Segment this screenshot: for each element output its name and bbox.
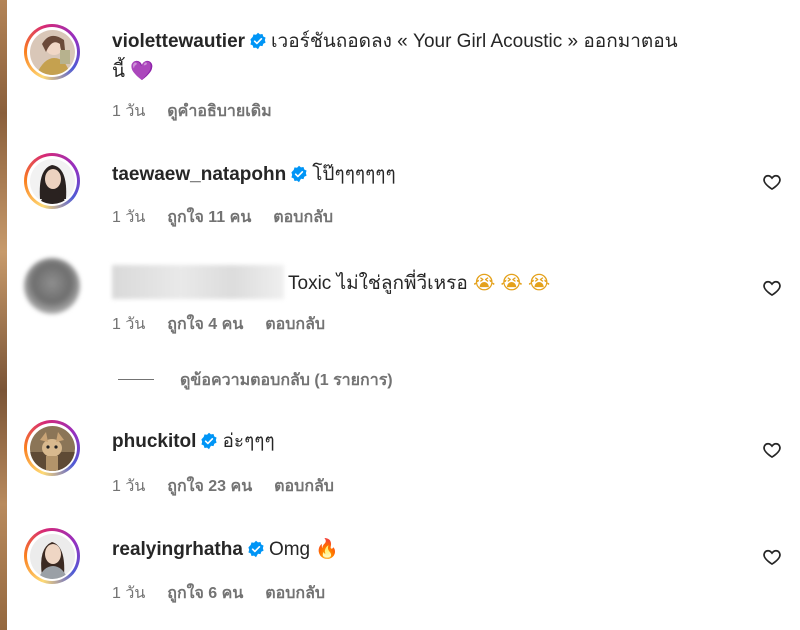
verified-badge-icon	[291, 165, 307, 183]
reply-button[interactable]: ตอบกลับ	[265, 316, 325, 333]
comment-username[interactable]: taewaew_natapohn	[112, 164, 286, 185]
comment-text-continued: นี้	[112, 61, 125, 82]
comment-text: เวอร์ชันถอดลง « Your Girl Acoustic » ออก…	[271, 31, 678, 52]
see-original-link[interactable]: ดูคำอธิบายเดิม	[167, 103, 271, 120]
avatar[interactable]	[24, 528, 80, 584]
heart-outline-icon[interactable]	[762, 440, 782, 460]
reply-button[interactable]: ตอบกลับ	[274, 478, 334, 495]
comment-text: Omg	[268, 539, 311, 560]
comment-meta: 1 วัน ถูกใจ 23 คน ตอบกลับ	[112, 474, 356, 499]
reply-button[interactable]: ตอบกลับ	[265, 585, 325, 602]
comment-likes[interactable]: ถูกใจ 11 คน	[167, 209, 251, 226]
avatar[interactable]	[24, 24, 80, 80]
comment-text: โป๊ๆๆๆๆๆๆ	[312, 164, 396, 185]
avatar[interactable]	[24, 258, 80, 314]
avatar-image	[29, 158, 75, 204]
comment-username[interactable]: phuckitol	[112, 431, 196, 452]
heart-outline-icon[interactable]	[762, 172, 782, 192]
comment-text-line: Toxic ไม่ใช่ลูกพี่วีเหรอ 😭 😭 😭	[112, 265, 550, 299]
comment-meta: 1 วัน ถูกใจ 11 คน ตอบกลับ	[112, 205, 355, 230]
reply-divider	[118, 379, 154, 380]
view-replies-label: ดูข้อความตอบกลับ (1 รายการ)	[180, 372, 393, 389]
comment-likes[interactable]: ถูกใจ 4 คน	[167, 316, 243, 333]
comment-text-line: realyingrhatha Omg 🔥	[112, 535, 339, 565]
comment-text: อ่ะๆๆๆ	[222, 431, 275, 452]
comment-username[interactable]: realyingrhatha	[112, 539, 243, 560]
avatar-image	[29, 425, 75, 471]
comment-text: Toxic ไม่ใช่ลูกพี่วีเหรอ	[288, 273, 468, 294]
comment-meta: 1 วัน ดูคำอธิบายเดิม	[112, 99, 294, 124]
comment-text-line: taewaew_natapohn โป๊ๆๆๆๆๆๆ	[112, 160, 396, 190]
verified-badge-icon	[248, 540, 264, 558]
heart-outline-icon[interactable]	[762, 547, 782, 567]
avatar-image	[29, 29, 75, 75]
comment-time[interactable]: 1 วัน	[112, 478, 145, 495]
comment-username-redacted[interactable]	[112, 265, 284, 299]
verified-badge-icon	[250, 32, 266, 50]
verified-badge-icon	[201, 432, 218, 450]
avatar[interactable]	[24, 153, 80, 209]
reply-button[interactable]: ตอบกลับ	[273, 209, 333, 226]
comment-time[interactable]: 1 วัน	[112, 209, 145, 226]
avatar[interactable]	[24, 420, 80, 476]
comment-text-line: violettewautier เวอร์ชันถอดลง « Your Girl…	[112, 27, 678, 57]
fire-icon: 🔥	[315, 539, 340, 560]
heart-outline-icon[interactable]	[762, 278, 782, 298]
comment-time[interactable]: 1 วัน	[112, 316, 145, 333]
avatar-image	[29, 533, 75, 579]
comment-meta: 1 วัน ถูกใจ 6 คน ตอบกลับ	[112, 581, 347, 606]
comment-likes[interactable]: ถูกใจ 23 คน	[167, 478, 252, 495]
comment-text-line-2: นี้ 💜	[112, 57, 154, 87]
crying-face-icon: 😭 😭 😭	[473, 273, 551, 294]
comment-time[interactable]: 1 วัน	[112, 103, 145, 120]
comment-time[interactable]: 1 วัน	[112, 585, 145, 602]
purple-heart-icon: 💜	[130, 61, 154, 82]
comment-username[interactable]: violettewautier	[112, 31, 245, 52]
comment-meta: 1 วัน ถูกใจ 4 คน ตอบกลับ	[112, 312, 347, 337]
view-replies-button[interactable]: ดูข้อความตอบกลับ (1 รายการ)	[118, 368, 393, 393]
comment-likes[interactable]: ถูกใจ 6 คน	[167, 585, 243, 602]
comment-text-line: phuckitol อ่ะๆๆๆ	[112, 427, 275, 457]
left-edge-strip	[0, 0, 7, 630]
